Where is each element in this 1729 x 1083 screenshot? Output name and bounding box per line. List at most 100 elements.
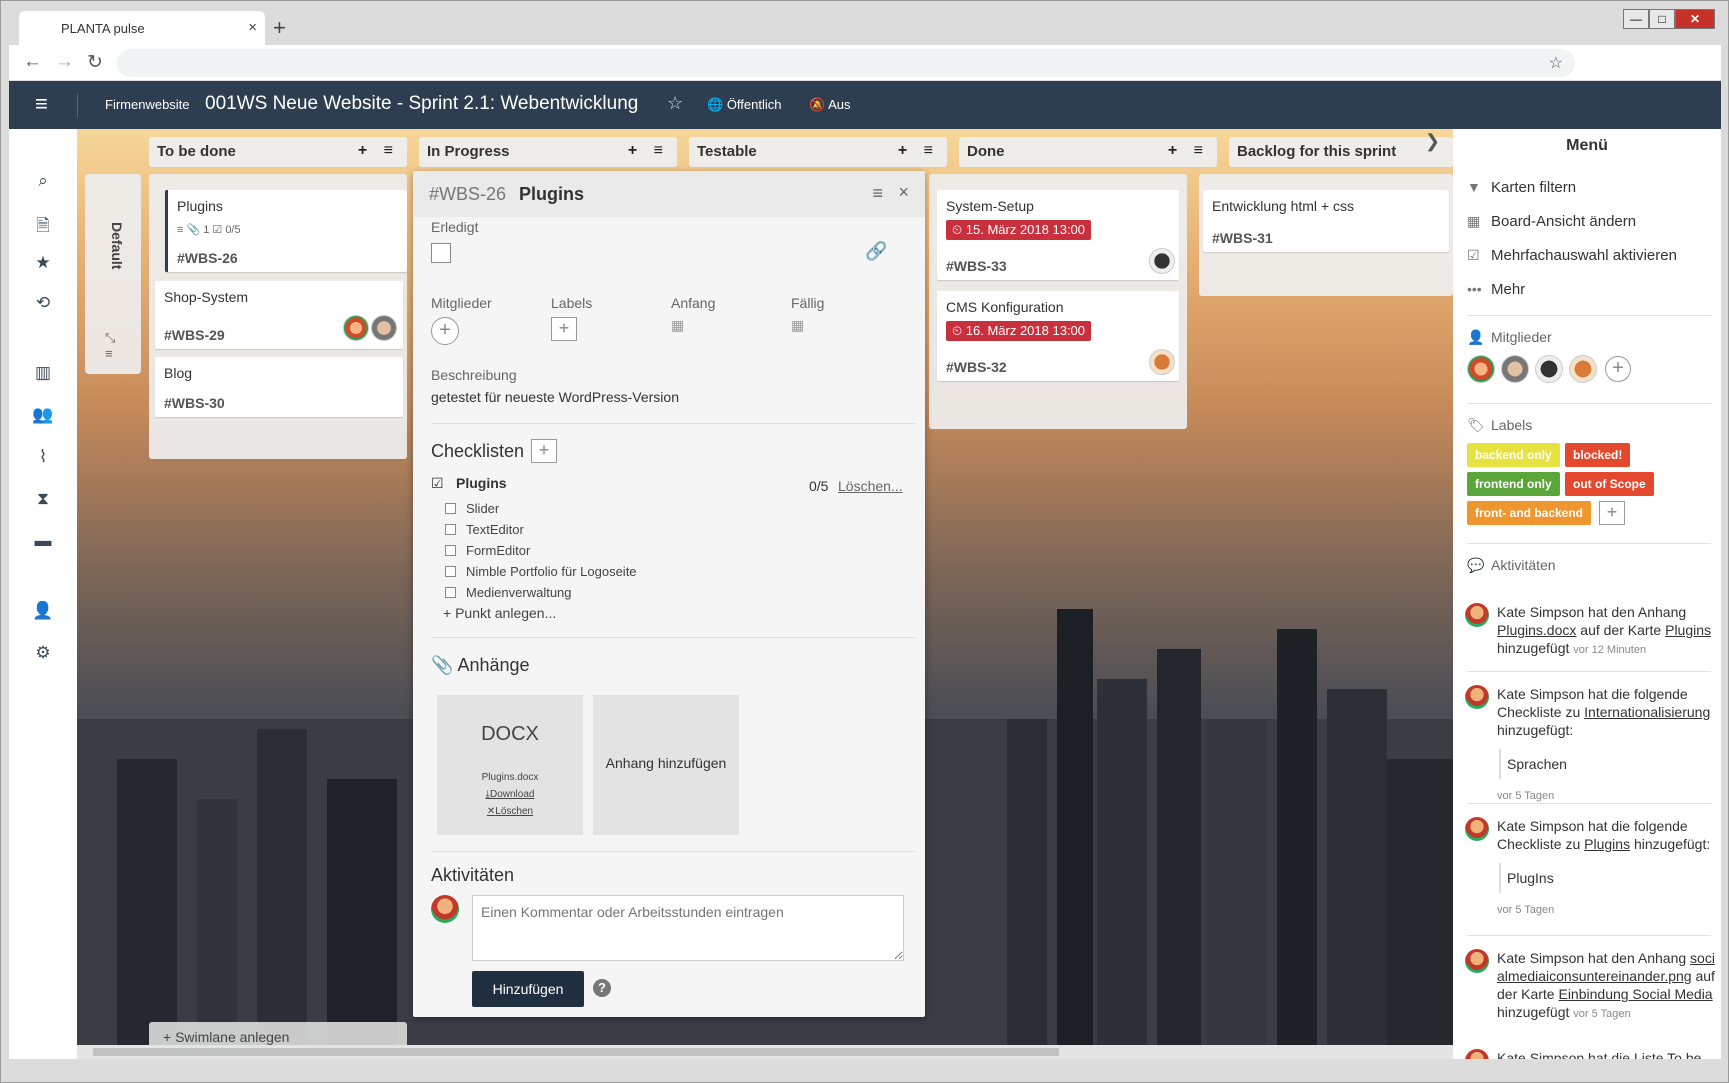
hourglass-icon[interactable]: ⧗ xyxy=(9,489,77,509)
checklist-item[interactable]: Slider xyxy=(445,501,637,522)
menu-item-label: Karten filtern xyxy=(1491,179,1577,196)
activity-link[interactable]: Plugins xyxy=(1665,622,1711,638)
add-label-icon[interactable]: + xyxy=(551,317,577,341)
label-backend-only[interactable]: backend only xyxy=(1467,443,1560,467)
history-icon[interactable]: ⟲ xyxy=(9,293,77,313)
member-avatar[interactable] xyxy=(343,315,369,341)
add-checklist-icon[interactable]: + xyxy=(531,439,557,463)
label-blocked[interactable]: blocked! xyxy=(1565,443,1631,467)
close-window-button[interactable]: ✕ xyxy=(1675,9,1715,29)
column-actions[interactable]: + ≡ xyxy=(898,142,939,160)
menu-item-board-view[interactable]: ▦ Board-Ansicht ändern xyxy=(1467,213,1636,230)
card-cms-konfiguration[interactable]: CMS Konfiguration ⏲ 16. März 2018 13:00 … xyxy=(937,291,1179,381)
member-avatar[interactable] xyxy=(1501,355,1529,383)
collapse-menu-chevron-icon[interactable]: ❯ xyxy=(1425,131,1440,152)
due-calendar-icon[interactable]: ▦ xyxy=(791,317,804,334)
card-shop-system[interactable]: Shop-System #WBS-29 xyxy=(155,281,403,349)
link-icon[interactable]: 🔗 xyxy=(865,241,887,262)
card-entwicklung-html-css[interactable]: Entwicklung html + css #WBS-31 xyxy=(1203,190,1449,252)
activity-link[interactable]: Einbindung Social Media xyxy=(1558,986,1712,1002)
attachment-download-link[interactable]: ⤓Download xyxy=(437,789,583,800)
tab-close-icon[interactable]: × xyxy=(248,19,257,36)
visibility-toggle[interactable]: 🌐 Öffentlich xyxy=(707,97,782,113)
archive-icon[interactable]: ▬ xyxy=(9,531,77,551)
activity-link[interactable]: Plugins.docx xyxy=(1497,622,1576,638)
close-icon[interactable]: × xyxy=(898,182,909,203)
user-icon[interactable]: 👤 xyxy=(9,601,77,621)
add-attachment-button[interactable]: Anhang hinzufügen xyxy=(593,695,739,835)
checkbox[interactable] xyxy=(445,566,456,577)
checkbox[interactable] xyxy=(445,587,456,598)
activity-link[interactable]: Plugins xyxy=(1584,836,1630,852)
minimize-button[interactable]: — xyxy=(1623,9,1649,29)
label-front-and-backend[interactable]: front- and backend xyxy=(1467,501,1592,525)
attachment-tile[interactable]: DOCX Plugins.docx ⤓Download ✕Löschen xyxy=(437,695,583,835)
hamburger-menu-icon[interactable]: ≡ xyxy=(35,91,48,117)
detail-card-name[interactable]: Plugins xyxy=(519,184,584,205)
menu-item-more[interactable]: ••• Mehr xyxy=(1467,281,1525,298)
new-document-icon[interactable]: 🗎 xyxy=(9,213,77,242)
maximize-button[interactable]: □ xyxy=(1649,9,1675,29)
start-calendar-icon[interactable]: ▦ xyxy=(671,317,684,334)
member-avatar[interactable] xyxy=(1149,349,1175,375)
add-member-icon[interactable]: + xyxy=(431,317,459,345)
favorite-star-icon[interactable]: ☆ xyxy=(667,93,683,114)
star-icon[interactable]: ★ xyxy=(9,253,77,273)
swimlane-menu-icon[interactable]: ≡ xyxy=(105,346,113,361)
card-blog[interactable]: Blog #WBS-30 xyxy=(155,357,403,417)
back-icon[interactable]: ← xyxy=(23,51,42,73)
checklist-item[interactable]: TextEditor xyxy=(445,522,637,543)
add-comment-button[interactable]: Hinzufügen xyxy=(472,971,584,1007)
notification-toggle[interactable]: 🔕 Aus xyxy=(809,97,851,113)
checklist-item[interactable]: Medienverwaltung xyxy=(445,585,637,606)
member-avatar[interactable] xyxy=(371,315,397,341)
help-icon[interactable]: ? xyxy=(593,979,611,997)
url-input[interactable]: ☆ xyxy=(117,49,1575,77)
board-icon[interactable]: ▥ xyxy=(9,363,77,383)
done-checkbox[interactable] xyxy=(431,243,451,263)
search-icon[interactable]: ⌕ xyxy=(9,171,77,191)
browser-tab[interactable]: PLANTA pulse × xyxy=(19,11,265,45)
bookmark-star-icon[interactable]: ☆ xyxy=(1549,53,1563,73)
forward-icon[interactable]: → xyxy=(55,51,74,73)
horizontal-scrollbar[interactable] xyxy=(77,1045,1453,1059)
checklist-delete-link[interactable]: Löschen... xyxy=(838,478,903,494)
checkbox[interactable] xyxy=(445,545,456,556)
attachment-delete-link[interactable]: ✕Löschen xyxy=(437,806,583,817)
add-checklist-item-link[interactable]: + Punkt anlegen... xyxy=(443,605,556,621)
collapse-icon[interactable]: ⤡ xyxy=(105,330,115,346)
scrollbar-thumb[interactable] xyxy=(93,1048,1059,1056)
card-system-setup[interactable]: System-Setup ⏲ 15. März 2018 13:00 #WBS-… xyxy=(937,190,1179,280)
settings-icon[interactable]: ⚙ xyxy=(9,643,77,663)
add-label-icon[interactable]: + xyxy=(1599,501,1625,525)
member-avatar[interactable] xyxy=(1149,248,1175,274)
checkbox[interactable] xyxy=(445,524,456,535)
column-actions[interactable]: + ≡ xyxy=(358,142,399,160)
member-avatar[interactable] xyxy=(1535,355,1563,383)
column-actions[interactable]: + ≡ xyxy=(628,142,669,160)
card-plugins[interactable]: Plugins ≡ 📎 1 ☑ 0/5 #WBS-26 xyxy=(165,190,407,272)
menu-item-label: Mehrfachauswahl aktivieren xyxy=(1491,247,1677,264)
detail-menu-icon[interactable]: ≡ xyxy=(872,183,883,204)
checklist-item[interactable]: Nimble Portfolio für Logoseite xyxy=(445,564,637,585)
team-icon[interactable]: 👥 xyxy=(9,405,77,425)
comment-input[interactable] xyxy=(472,895,904,961)
member-avatar[interactable] xyxy=(1467,355,1495,383)
activity-icon[interactable]: ⌇ xyxy=(9,447,77,467)
menu-item-filter[interactable]: ▼ Karten filtern xyxy=(1467,179,1576,196)
reload-icon[interactable]: ↻ xyxy=(87,51,103,74)
column-actions[interactable]: + ≡ xyxy=(1168,142,1209,160)
label-frontend-only[interactable]: frontend only xyxy=(1467,472,1560,496)
project-name[interactable]: Firmenwebsite xyxy=(105,97,190,112)
member-avatar[interactable] xyxy=(1569,355,1597,383)
description-text[interactable]: getestet für neueste WordPress-Version xyxy=(431,389,679,405)
menu-item-multiselect[interactable]: ☑ Mehrfachauswahl aktivieren xyxy=(1467,247,1677,264)
swimlane-default[interactable]: Default ⤡ ≡ xyxy=(85,174,141,374)
add-member-icon[interactable]: + xyxy=(1605,356,1631,382)
new-tab-button[interactable]: + xyxy=(273,15,286,41)
checklist-item[interactable]: FormEditor xyxy=(445,543,637,564)
activity-link[interactable]: Internationalisierung xyxy=(1584,704,1710,720)
checklist-checkbox-icon[interactable]: ☑ xyxy=(431,475,444,492)
label-out-of-scope[interactable]: out of Scope xyxy=(1565,472,1654,496)
checkbox[interactable] xyxy=(445,503,456,514)
